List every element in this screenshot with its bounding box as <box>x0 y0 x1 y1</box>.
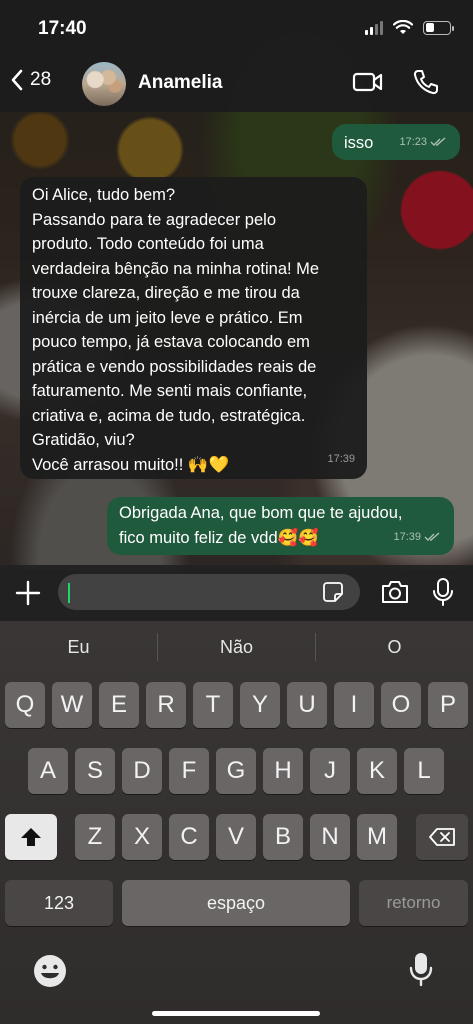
key-l[interactable]: L <box>404 748 444 794</box>
message-meta: 17:39 <box>393 525 440 550</box>
key-d[interactable]: D <box>122 748 162 794</box>
wifi-icon <box>393 20 413 34</box>
camera-button[interactable] <box>380 579 410 610</box>
message-meta: 17:23 <box>399 130 446 155</box>
attach-button[interactable] <box>14 579 42 612</box>
double-check-icon <box>430 137 446 146</box>
key-v[interactable]: V <box>216 814 256 860</box>
key-x[interactable]: X <box>122 814 162 860</box>
message-bubble-outgoing[interactable]: Obrigada Ana, que bom que te ajudou, fic… <box>107 497 454 555</box>
message-line: Oi Alice, tudo bem? <box>32 186 176 204</box>
shift-icon <box>21 828 41 846</box>
message-line: Você arrasou muito!! 🙌💛 <box>32 455 230 474</box>
voice-message-button[interactable] <box>432 577 454 612</box>
dictation-mic-icon <box>409 953 433 987</box>
home-indicator <box>152 1011 320 1016</box>
message-line: prática e vendo possibilidades reais de <box>32 357 317 376</box>
numbers-key[interactable]: 123 <box>5 880 113 926</box>
suggestion[interactable]: O <box>316 637 473 658</box>
space-key[interactable]: espaço <box>122 880 350 926</box>
shift-key[interactable] <box>5 814 57 860</box>
key-s[interactable]: S <box>75 748 115 794</box>
microphone-icon <box>433 578 453 606</box>
backspace-icon <box>429 828 455 846</box>
message-line: criativa e, acima de tudo, estratégica. <box>32 406 306 425</box>
emoji-button[interactable] <box>32 953 68 994</box>
message-bubble-incoming[interactable]: Oi Alice, tudo bem? Passando para te agr… <box>20 177 367 479</box>
suggestion-bar: Eu Não O <box>0 621 473 673</box>
key-k[interactable]: K <box>357 748 397 794</box>
key-z[interactable]: Z <box>75 814 115 860</box>
video-camera-icon <box>352 72 383 92</box>
avatar[interactable] <box>82 62 126 106</box>
sticker-icon <box>323 582 343 602</box>
chat-header: 28 Anamelia <box>0 56 473 112</box>
message-bubble-outgoing[interactable]: isso 17:23 <box>332 124 460 160</box>
signal-icon <box>365 20 383 35</box>
message-line: Obrigada Ana, que bom que te ajudou, <box>119 504 403 522</box>
key-n[interactable]: N <box>310 814 350 860</box>
suggestion[interactable]: Não <box>158 637 315 658</box>
message-time: 17:23 <box>399 135 427 148</box>
key-c[interactable]: C <box>169 814 209 860</box>
contact-name[interactable]: Anamelia <box>138 72 222 94</box>
message-line: faturamento. Me senti mais confiante, <box>32 382 308 400</box>
message-line: verdadeira bênção na minha rotina! Me <box>32 259 320 278</box>
phone-icon <box>413 70 438 95</box>
message-time: 17:39 <box>327 452 355 465</box>
key-r[interactable]: R <box>146 682 186 728</box>
message-input-bar <box>0 565 473 621</box>
chevron-left-icon <box>11 69 23 91</box>
key-t[interactable]: T <box>193 682 233 728</box>
key-m[interactable]: M <box>357 814 397 860</box>
message-input[interactable] <box>58 574 360 610</box>
key-a[interactable]: A <box>28 748 68 794</box>
text-caret <box>68 583 70 603</box>
plus-icon <box>15 580 41 606</box>
status-time: 17:40 <box>38 18 87 39</box>
video-call-button[interactable] <box>352 70 384 99</box>
message-line: Gratidão, viu? <box>32 431 135 449</box>
top-bar: 17:40 28 Anamelia <box>0 0 473 112</box>
message-text: isso <box>344 134 374 152</box>
dictation-button[interactable] <box>408 951 434 992</box>
back-button[interactable]: 28 <box>10 68 51 92</box>
message-line: Passando para te agradecer pelo <box>32 210 277 229</box>
key-o[interactable]: O <box>381 682 421 728</box>
delete-key[interactable] <box>416 814 468 860</box>
battery-icon <box>423 20 454 35</box>
message-time: 17:39 <box>393 530 421 543</box>
double-check-icon <box>424 532 440 541</box>
emoji-icon <box>34 955 66 987</box>
message-meta: 17:39 <box>327 447 355 472</box>
message-line: pouco tempo, já estava colocando em <box>32 333 310 351</box>
suggestion[interactable]: Eu <box>0 637 157 658</box>
message-line: inércia de um jeito leve e prático. Em <box>32 308 303 327</box>
key-y[interactable]: Y <box>240 682 280 728</box>
key-q[interactable]: Q <box>5 682 45 728</box>
keyboard: Eu Não O Q W E R T Y U I O P A S D F G H… <box>0 621 473 1024</box>
key-p[interactable]: P <box>428 682 468 728</box>
key-g[interactable]: G <box>216 748 256 794</box>
key-e[interactable]: E <box>99 682 139 728</box>
message-line: produto. Todo conteúdo foi uma <box>32 235 264 253</box>
status-icons <box>365 20 454 35</box>
key-h[interactable]: H <box>263 748 303 794</box>
key-j[interactable]: J <box>310 748 350 794</box>
voice-call-button[interactable] <box>412 68 440 101</box>
key-w[interactable]: W <box>52 682 92 728</box>
unread-count: 28 <box>30 69 52 90</box>
return-key[interactable]: retorno <box>359 880 468 926</box>
camera-icon <box>382 581 408 603</box>
key-f[interactable]: F <box>169 748 209 794</box>
key-i[interactable]: I <box>334 682 374 728</box>
message-line: trouxe clareza, direção e me tirou da <box>32 284 300 302</box>
key-b[interactable]: B <box>263 814 303 860</box>
sticker-button[interactable] <box>322 581 344 608</box>
key-u[interactable]: U <box>287 682 327 728</box>
